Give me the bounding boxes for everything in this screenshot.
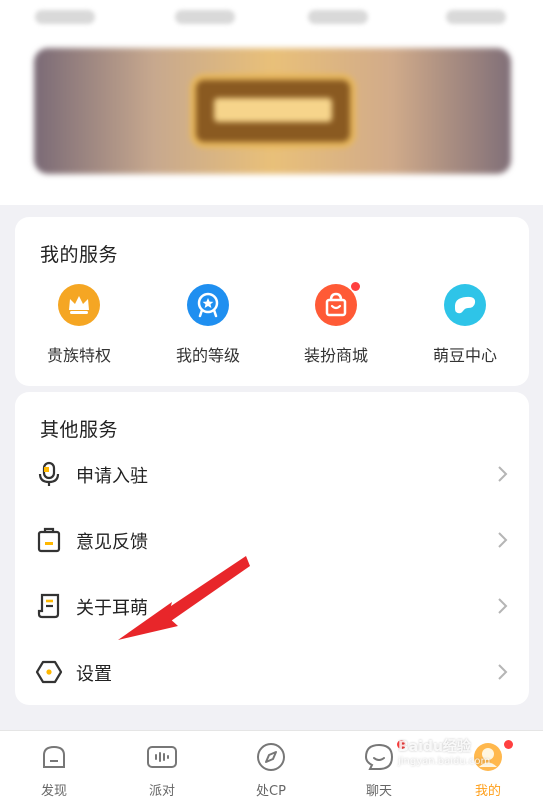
blurred-quick-entries	[0, 0, 543, 30]
service-noble-privileges[interactable]: 贵族特权	[24, 284, 134, 365]
service-label: 贵族特权	[46, 346, 111, 365]
compass-icon	[257, 743, 285, 771]
watermark-line1: Baidu经验	[398, 739, 471, 755]
chevron-right-icon	[498, 598, 508, 614]
blurred-entry[interactable]	[446, 10, 506, 24]
top-area	[0, 0, 543, 205]
service-bean-center[interactable]: 萌豆中心	[410, 284, 520, 365]
tab-label: 处CP	[256, 784, 286, 799]
list-item-label: 设置	[76, 664, 112, 685]
list-item-about[interactable]: 关于耳萌	[15, 580, 529, 632]
chat-icon	[364, 743, 394, 770]
service-label: 萌豆中心	[432, 346, 497, 365]
gear-hexagon-icon	[35, 660, 63, 684]
list-item-label: 关于耳萌	[76, 598, 148, 619]
tab-label: 派对	[148, 784, 175, 799]
list-item-feedback[interactable]: 意见反馈	[15, 514, 529, 566]
list-item-label: 申请入驻	[76, 466, 148, 487]
banner-title-blur	[214, 98, 332, 122]
clipboard-icon	[37, 527, 61, 553]
chevron-right-icon	[498, 532, 508, 548]
list-item-settings[interactable]: 设置	[15, 646, 529, 698]
discover-icon	[43, 745, 65, 768]
tab-label: 发现	[40, 784, 67, 799]
blurred-entry[interactable]	[175, 10, 235, 24]
tab-cp[interactable]: 处CP	[217, 731, 325, 799]
level-medal-icon	[187, 284, 229, 326]
baidu-watermark: Baidu经验 jingyan.baidu.com	[398, 736, 528, 786]
service-dress-up-mall[interactable]: 装扮商城	[281, 282, 391, 365]
banner-plate	[196, 80, 350, 142]
party-icon	[147, 746, 177, 768]
list-item-label: 意见反馈	[76, 532, 148, 553]
tab-discover[interactable]: 发现	[0, 731, 108, 799]
my-services-title: 我的服务	[40, 244, 119, 266]
promo-banner[interactable]	[34, 48, 511, 174]
blurred-entry[interactable]	[35, 10, 95, 24]
service-my-level[interactable]: 我的等级	[153, 284, 263, 365]
watermark-line2: jingyan.baidu.com	[398, 756, 491, 767]
microphone-icon	[38, 461, 60, 486]
chevron-right-icon	[498, 664, 508, 680]
document-icon	[37, 593, 60, 619]
crown-icon	[58, 284, 100, 326]
other-services-card: 其他服务 申请入驻 意见反馈 关于耳萌 设置	[15, 392, 529, 705]
tab-party[interactable]: 派对	[108, 731, 216, 799]
bean-icon	[444, 284, 486, 326]
service-label: 我的等级	[175, 346, 240, 365]
shopping-bag-icon	[315, 282, 360, 326]
other-services-title: 其他服务	[40, 419, 119, 441]
chevron-right-icon	[498, 466, 508, 482]
service-label: 装扮商城	[303, 346, 368, 365]
notification-dot	[351, 282, 360, 291]
list-item-apply-settle[interactable]: 申请入驻	[15, 448, 529, 500]
blurred-entry[interactable]	[308, 10, 368, 24]
my-services-card: 我的服务 贵族特权 我的等级 装扮商城 萌豆中心	[15, 217, 529, 386]
